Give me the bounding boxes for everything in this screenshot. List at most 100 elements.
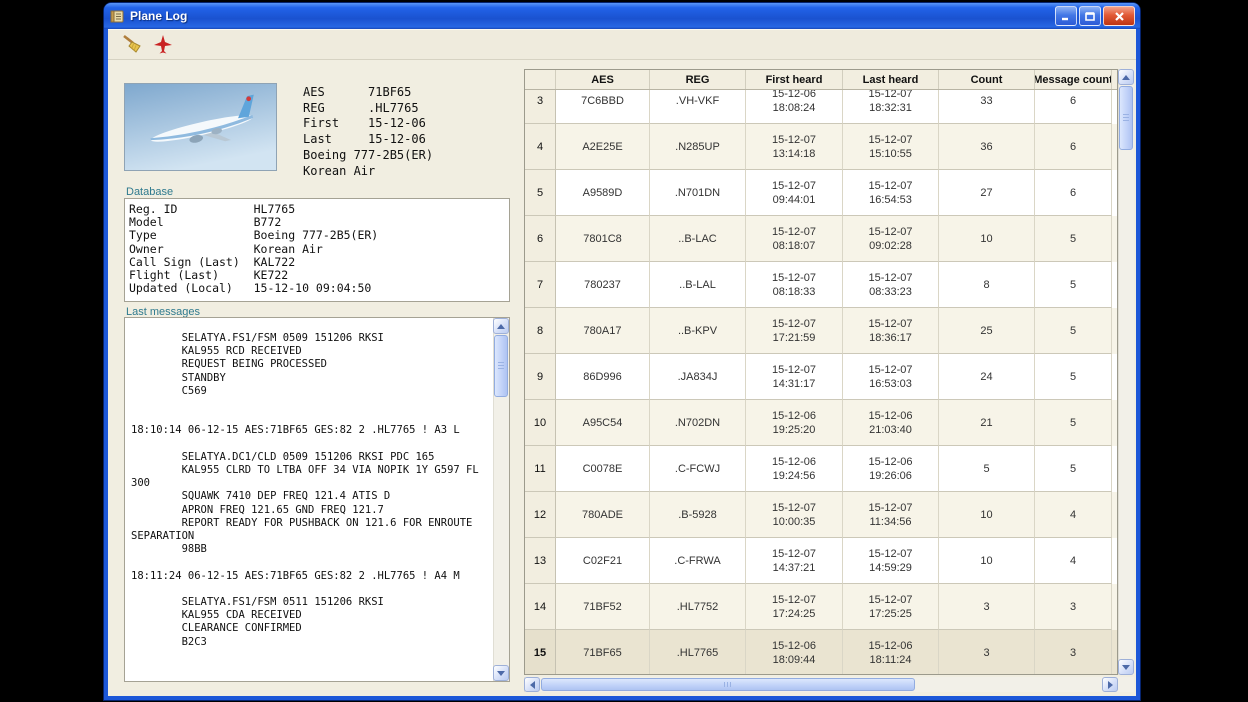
scroll-down-button[interactable]	[1118, 659, 1134, 675]
last-heard-cell: 15-12-0619:26:06	[843, 446, 939, 492]
first-heard-cell: 15-12-0713:14:18	[746, 124, 843, 170]
red-plane-icon	[152, 33, 174, 55]
message-count-cell: 4	[1035, 538, 1112, 584]
row-number-cell: 12	[525, 492, 556, 538]
aircraft-summary: AES 71BF65 REG .HL7765 First 15-12-06 La…	[303, 85, 433, 179]
messages-text[interactable]: SELATYA.FS1/FSM 0509 151206 RKSI KAL955 …	[125, 318, 492, 681]
header-first-heard[interactable]: First heard	[746, 70, 843, 89]
aircraft-table: AES REG First heard Last heard Count Mes…	[524, 69, 1118, 675]
table-row[interactable]: 5 A9589D .N701DN 15-12-0709:44:01 15-12-…	[525, 170, 1117, 216]
reg-cell: .C-FRWA	[650, 538, 746, 584]
aes-cell: 71BF65	[556, 630, 650, 674]
database-group-label: Database	[126, 186, 173, 198]
messages-scrollbar-thumb[interactable]	[494, 335, 508, 397]
header-aes[interactable]: AES	[556, 70, 650, 89]
message-count-cell: 5	[1035, 446, 1112, 492]
table-row[interactable]: 4 A2E25E .N285UP 15-12-0713:14:18 15-12-…	[525, 124, 1117, 170]
table-scrollbar-thumb[interactable]	[1119, 86, 1133, 150]
first-heard-cell: 15-12-0714:37:21	[746, 538, 843, 584]
aircraft-marker-button[interactable]	[150, 31, 176, 57]
count-cell: 33	[939, 90, 1035, 124]
last-heard-cell: 15-12-0708:33:23	[843, 262, 939, 308]
row-number-cell: 15	[525, 630, 556, 674]
count-cell: 21	[939, 400, 1035, 446]
first-heard-cell: 15-12-0619:24:56	[746, 446, 843, 492]
table-row[interactable]: 12 780ADE .B-5928 15-12-0710:00:35 15-12…	[525, 492, 1117, 538]
table-header: AES REG First heard Last heard Count Mes…	[525, 70, 1117, 90]
count-cell: 24	[939, 354, 1035, 400]
aes-cell: 71BF52	[556, 584, 650, 630]
aes-cell: 780ADE	[556, 492, 650, 538]
last-heard-cell: 15-12-0715:10:55	[843, 124, 939, 170]
table-row[interactable]: 6 7801C8 ..B-LAC 15-12-0708:18:07 15-12-…	[525, 216, 1117, 262]
reg-cell: .N701DN	[650, 170, 746, 216]
database-field: OwnerKorean Air	[129, 243, 505, 256]
header-message-count[interactable]: Message count	[1035, 70, 1112, 89]
header-reg[interactable]: REG	[650, 70, 746, 89]
row-number-cell: 6	[525, 216, 556, 262]
messages-vertical-scrollbar[interactable]	[493, 318, 509, 681]
aircraft-photo	[124, 83, 277, 171]
message-count-cell: 6	[1035, 124, 1112, 170]
close-button[interactable]	[1103, 6, 1135, 26]
count-cell: 8	[939, 262, 1035, 308]
clear-log-button[interactable]	[118, 31, 144, 57]
table-row-selected[interactable]: 15 71BF65 .HL7765 15-12-0618:09:44 15-12…	[525, 630, 1117, 674]
first-heard-cell: 15-12-0709:44:01	[746, 170, 843, 216]
scrollbar-corner	[1118, 677, 1134, 692]
scroll-left-button[interactable]	[524, 677, 540, 692]
table-row[interactable]: 9 86D996 .JA834J 15-12-0714:31:17 15-12-…	[525, 354, 1117, 400]
first-heard-cell: 15-12-0708:18:07	[746, 216, 843, 262]
scroll-right-button[interactable]	[1102, 677, 1118, 692]
reg-cell: .HL7752	[650, 584, 746, 630]
header-last-heard[interactable]: Last heard	[843, 70, 939, 89]
table-row[interactable]: 8 780A17 ..B-KPV 15-12-0717:21:59 15-12-…	[525, 308, 1117, 354]
count-cell: 10	[939, 538, 1035, 584]
toolbar	[108, 29, 1136, 60]
aes-cell: C02F21	[556, 538, 650, 584]
maximize-button[interactable]	[1079, 6, 1101, 26]
window-body: AES 71BF65 REG .HL7765 First 15-12-06 La…	[108, 29, 1136, 696]
table-row[interactable]: 13 C02F21 .C-FRWA 15-12-0714:37:21 15-12…	[525, 538, 1117, 584]
last-heard-cell: 15-12-0716:54:53	[843, 170, 939, 216]
table-horizontal-scrollbar[interactable]	[524, 677, 1118, 692]
first-heard-cell: 15-12-0717:24:25	[746, 584, 843, 630]
scroll-up-button[interactable]	[493, 318, 509, 334]
message-count-cell: 4	[1035, 492, 1112, 538]
titlebar[interactable]: Plane Log	[104, 3, 1140, 29]
message-count-cell: 5	[1035, 216, 1112, 262]
first-heard-cell: 15-12-0618:08:24	[746, 90, 843, 124]
header-count[interactable]: Count	[939, 70, 1035, 89]
row-number-cell: 9	[525, 354, 556, 400]
database-field: Reg. IDHL7765	[129, 203, 505, 216]
first-heard-cell: 15-12-0717:21:59	[746, 308, 843, 354]
arrow-right-icon	[1108, 681, 1117, 689]
scroll-down-button[interactable]	[493, 665, 509, 681]
count-cell: 3	[939, 630, 1035, 674]
database-panel: Reg. IDHL7765 ModelB772 TypeBoeing 777-2…	[124, 198, 510, 302]
minimize-button[interactable]	[1055, 6, 1077, 26]
row-number-cell: 4	[525, 124, 556, 170]
first-heard-cell: 15-12-0710:00:35	[746, 492, 843, 538]
first-heard-cell: 15-12-0708:18:33	[746, 262, 843, 308]
arrow-up-icon	[1122, 71, 1130, 80]
reg-cell: .N702DN	[650, 400, 746, 446]
minimize-icon	[1060, 10, 1072, 22]
header-blank[interactable]	[525, 70, 556, 89]
table-row[interactable]: 10 A95C54 .N702DN 15-12-0619:25:20 15-12…	[525, 400, 1117, 446]
table-vertical-scrollbar[interactable]	[1118, 69, 1134, 675]
table-row[interactable]: 11 C0078E .C-FCWJ 15-12-0619:24:56 15-12…	[525, 446, 1117, 492]
last-heard-cell: 15-12-0717:25:25	[843, 584, 939, 630]
table-row[interactable]: 14 71BF52 .HL7752 15-12-0717:24:25 15-12…	[525, 584, 1117, 630]
plane-log-icon	[109, 8, 126, 25]
table-row[interactable]: 7 780237 ..B-LAL 15-12-0708:18:33 15-12-…	[525, 262, 1117, 308]
table-row[interactable]: 3 7C6BBD .VH-VKF 15-12-0618:08:24 15-12-…	[525, 90, 1117, 124]
last-heard-cell: 15-12-0718:36:17	[843, 308, 939, 354]
aes-cell: 780237	[556, 262, 650, 308]
table-hscrollbar-thumb[interactable]	[541, 678, 915, 691]
count-cell: 25	[939, 308, 1035, 354]
count-cell: 5	[939, 446, 1035, 492]
message-count-cell: 5	[1035, 308, 1112, 354]
scroll-up-button[interactable]	[1118, 69, 1134, 85]
desktop-background: Plane Log	[0, 0, 1248, 702]
